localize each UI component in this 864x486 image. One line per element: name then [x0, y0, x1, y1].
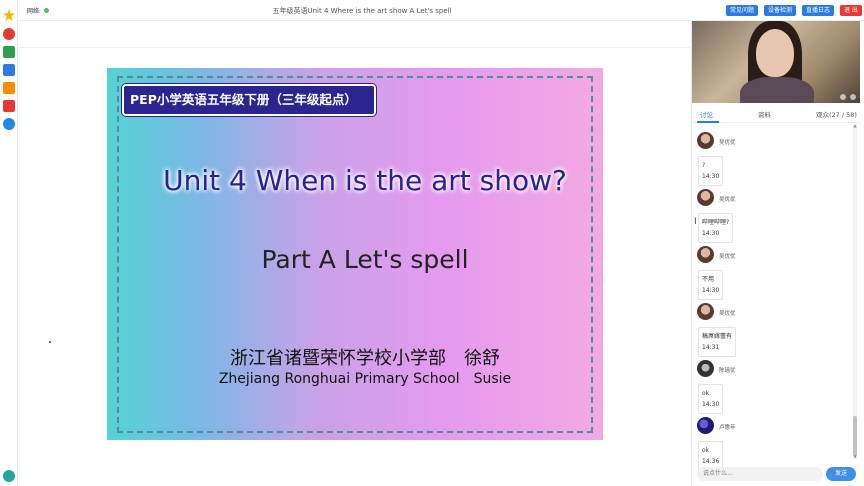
chat-username: 吴优优 [719, 197, 736, 203]
presentation-stage: PEP小学英语五年级下册（三年级起点） Unit 4 When is the a… [18, 21, 690, 486]
unit-title: Unit 4 When is the art show? [163, 164, 567, 197]
chat-list: 吴优优 ? 14:30 吴优优 哔哩哔哩? 14:30 吴优优 不用 14:30… [692, 124, 860, 471]
tab-audience[interactable]: 观众(27 / 58) [816, 109, 857, 119]
text-cursor-icon: I [694, 217, 697, 227]
laser-pointer [49, 341, 51, 343]
tab-materials[interactable]: 资料 [758, 109, 771, 119]
app-icon[interactable] [3, 82, 15, 94]
avatar[interactable] [697, 360, 714, 377]
avatar[interactable] [697, 246, 714, 263]
school-name-cn: 浙江省诸暨荣怀学校小学部 徐舒 [230, 348, 500, 369]
panel-tabs: 讨论 资料 观众(27 / 58) [692, 103, 860, 123]
chat-bubble: ? 14:30 [698, 156, 724, 186]
faq-button[interactable]: 常见问题 [726, 5, 759, 16]
scroll-up-icon[interactable]: ▲ [853, 124, 857, 128]
exit-button[interactable]: 退 出 [840, 5, 862, 16]
app-window: 网络: 五年级英语Unit 4 Where is the art show A … [0, 0, 864, 486]
assistant-icon[interactable] [3, 470, 15, 482]
left-toolbar [0, 0, 18, 486]
chat-bubble: ok 14:30 [698, 384, 724, 414]
part-title: Part A Let's spell [261, 245, 469, 274]
chat-input[interactable] [697, 467, 823, 481]
network-label: 网络: [27, 8, 42, 15]
slide: PEP小学英语五年级下册（三年级起点） Unit 4 When is the a… [107, 68, 603, 440]
chat-text: 稿屌嫁蕾有 [702, 333, 733, 340]
chat-text: ok [702, 390, 710, 397]
live-log-button[interactable]: 直播日志 [802, 5, 835, 16]
video-face [756, 29, 794, 77]
chat-time: 14:30 [702, 230, 720, 237]
chat-bubble: 稿屌嫁蕾有 14:31 [698, 327, 737, 357]
window-title: 五年级英语Unit 4 Where is the art show A Let'… [272, 7, 452, 15]
send-button[interactable]: 发送 [826, 467, 856, 481]
chat-text: ok [702, 447, 710, 454]
video-body [740, 77, 814, 103]
chat-username: 陈瑶优 [719, 368, 736, 374]
school-name-en: Zhejiang Ronghuai Primary School Susie [218, 371, 512, 387]
divider [18, 47, 690, 48]
star-icon[interactable] [3, 9, 15, 21]
chat-text: 不用 [702, 276, 715, 283]
spreadsheet-icon[interactable] [3, 46, 15, 58]
chat-text: ? [702, 162, 706, 169]
textbook-badge: PEP小学英语五年级下册（三年级起点） [122, 84, 376, 116]
chat-time: 14:30 [702, 401, 720, 408]
teacher-video [692, 21, 860, 103]
device-check-button[interactable]: 设备检测 [764, 5, 797, 16]
side-panel: 讨论 资料 观众(27 / 58) 吴优优 ? 14:30 吴优优 哔哩哔哩? … [691, 21, 864, 486]
document-icon[interactable] [3, 64, 15, 76]
fullscreen-icon[interactable] [850, 94, 856, 100]
network-ok-icon [44, 8, 50, 13]
active-tab-indicator [697, 121, 719, 123]
chat-scrollbar[interactable]: ▲ ▼ [853, 124, 857, 459]
video-app-icon[interactable] [3, 100, 15, 112]
top-bar: 网络: 五年级英语Unit 4 Where is the art show A … [18, 0, 864, 21]
chat-time: 14:36 [702, 458, 720, 465]
avatar[interactable] [697, 303, 714, 320]
weibo-icon[interactable] [3, 28, 15, 40]
chat-text: 哔哩哔哩? [702, 219, 730, 226]
scroll-down-icon[interactable]: ▼ [853, 455, 857, 459]
avatar[interactable] [697, 132, 714, 149]
avatar[interactable] [697, 417, 714, 434]
scrollbar-thumb[interactable] [853, 416, 857, 456]
chat-time: 14:30 [702, 173, 720, 180]
avatar[interactable] [697, 189, 714, 206]
chat-username: 吴优优 [719, 140, 736, 146]
mic-icon[interactable] [840, 94, 846, 100]
chat-username: 卢惠年 [719, 425, 736, 431]
tab-discussion[interactable]: 讨论 [700, 109, 713, 119]
chat-time: 14:31 [702, 344, 720, 351]
p-logo-icon[interactable] [3, 118, 15, 130]
chat-time: 14:30 [702, 287, 720, 294]
chat-bubble: 哔哩哔哩? 14:30 [698, 213, 734, 243]
chat-username: 吴优优 [719, 311, 736, 317]
network-status: 网络: [27, 6, 50, 15]
chat-username: 吴优优 [719, 254, 736, 260]
chat-bubble: 不用 14:30 [698, 270, 724, 300]
